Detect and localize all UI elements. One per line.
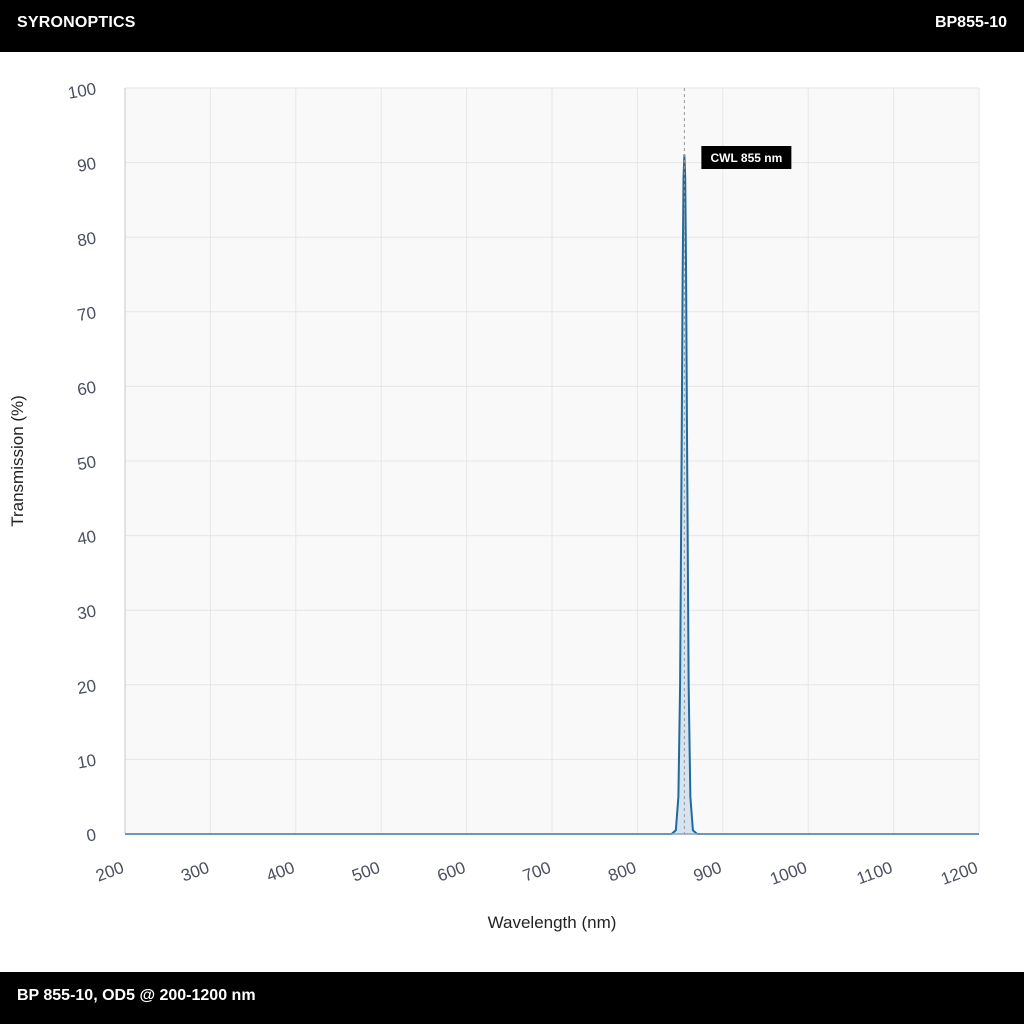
x-axis-title: Wavelength (nm) xyxy=(488,913,617,932)
y-tick-labels: 0 10 20 30 40 50 60 70 80 90 100 xyxy=(66,79,97,845)
footer-caption: BP 855-10, OD5 @ 200-1200 nm xyxy=(17,987,256,1004)
y-tick-label: 30 xyxy=(76,601,98,623)
x-tick-label: 500 xyxy=(349,858,382,886)
y-tick-label: 60 xyxy=(76,378,98,400)
x-tick-label: 600 xyxy=(435,858,468,886)
y-tick-label: 20 xyxy=(76,676,98,698)
y-tick-label: 100 xyxy=(66,79,97,103)
model-number: BP855-10 xyxy=(934,14,1007,31)
y-tick-label: 70 xyxy=(76,303,98,325)
y-tick-label: 40 xyxy=(76,527,98,549)
y-tick-label: 50 xyxy=(76,452,98,474)
transmission-chart: CWL 855 nm 200 300 400 500 600 700 800 900 1000 1… xyxy=(8,79,980,932)
x-tick-label: 700 xyxy=(520,858,553,886)
x-tick-label: 200 xyxy=(93,858,126,886)
x-tick-labels: 200 300 400 500 600 700 800 900 1000 1100 1200 xyxy=(93,858,980,889)
y-tick-label: 0 xyxy=(85,825,98,845)
x-tick-label: 1000 xyxy=(768,858,810,889)
y-tick-label: 10 xyxy=(76,751,98,773)
x-tick-label: 300 xyxy=(179,858,212,886)
footer-bar: BP 855-10, OD5 @ 200-1200 nm xyxy=(0,972,1024,1024)
x-tick-label: 1100 xyxy=(854,858,895,888)
brand-name: SYRONOPTICS xyxy=(17,14,136,31)
x-tick-label: 800 xyxy=(606,858,639,886)
x-tick-label: 400 xyxy=(264,858,297,886)
header-bar: SYRONOPTICS BP855-10 xyxy=(0,0,1024,52)
y-axis-title: Transmission (%) xyxy=(8,395,27,527)
cwl-label: CWL 855 nm xyxy=(710,151,782,165)
y-tick-label: 90 xyxy=(76,154,98,176)
x-tick-label: 900 xyxy=(691,858,724,886)
y-tick-label: 80 xyxy=(76,228,98,250)
x-tick-label: 1200 xyxy=(938,858,980,889)
